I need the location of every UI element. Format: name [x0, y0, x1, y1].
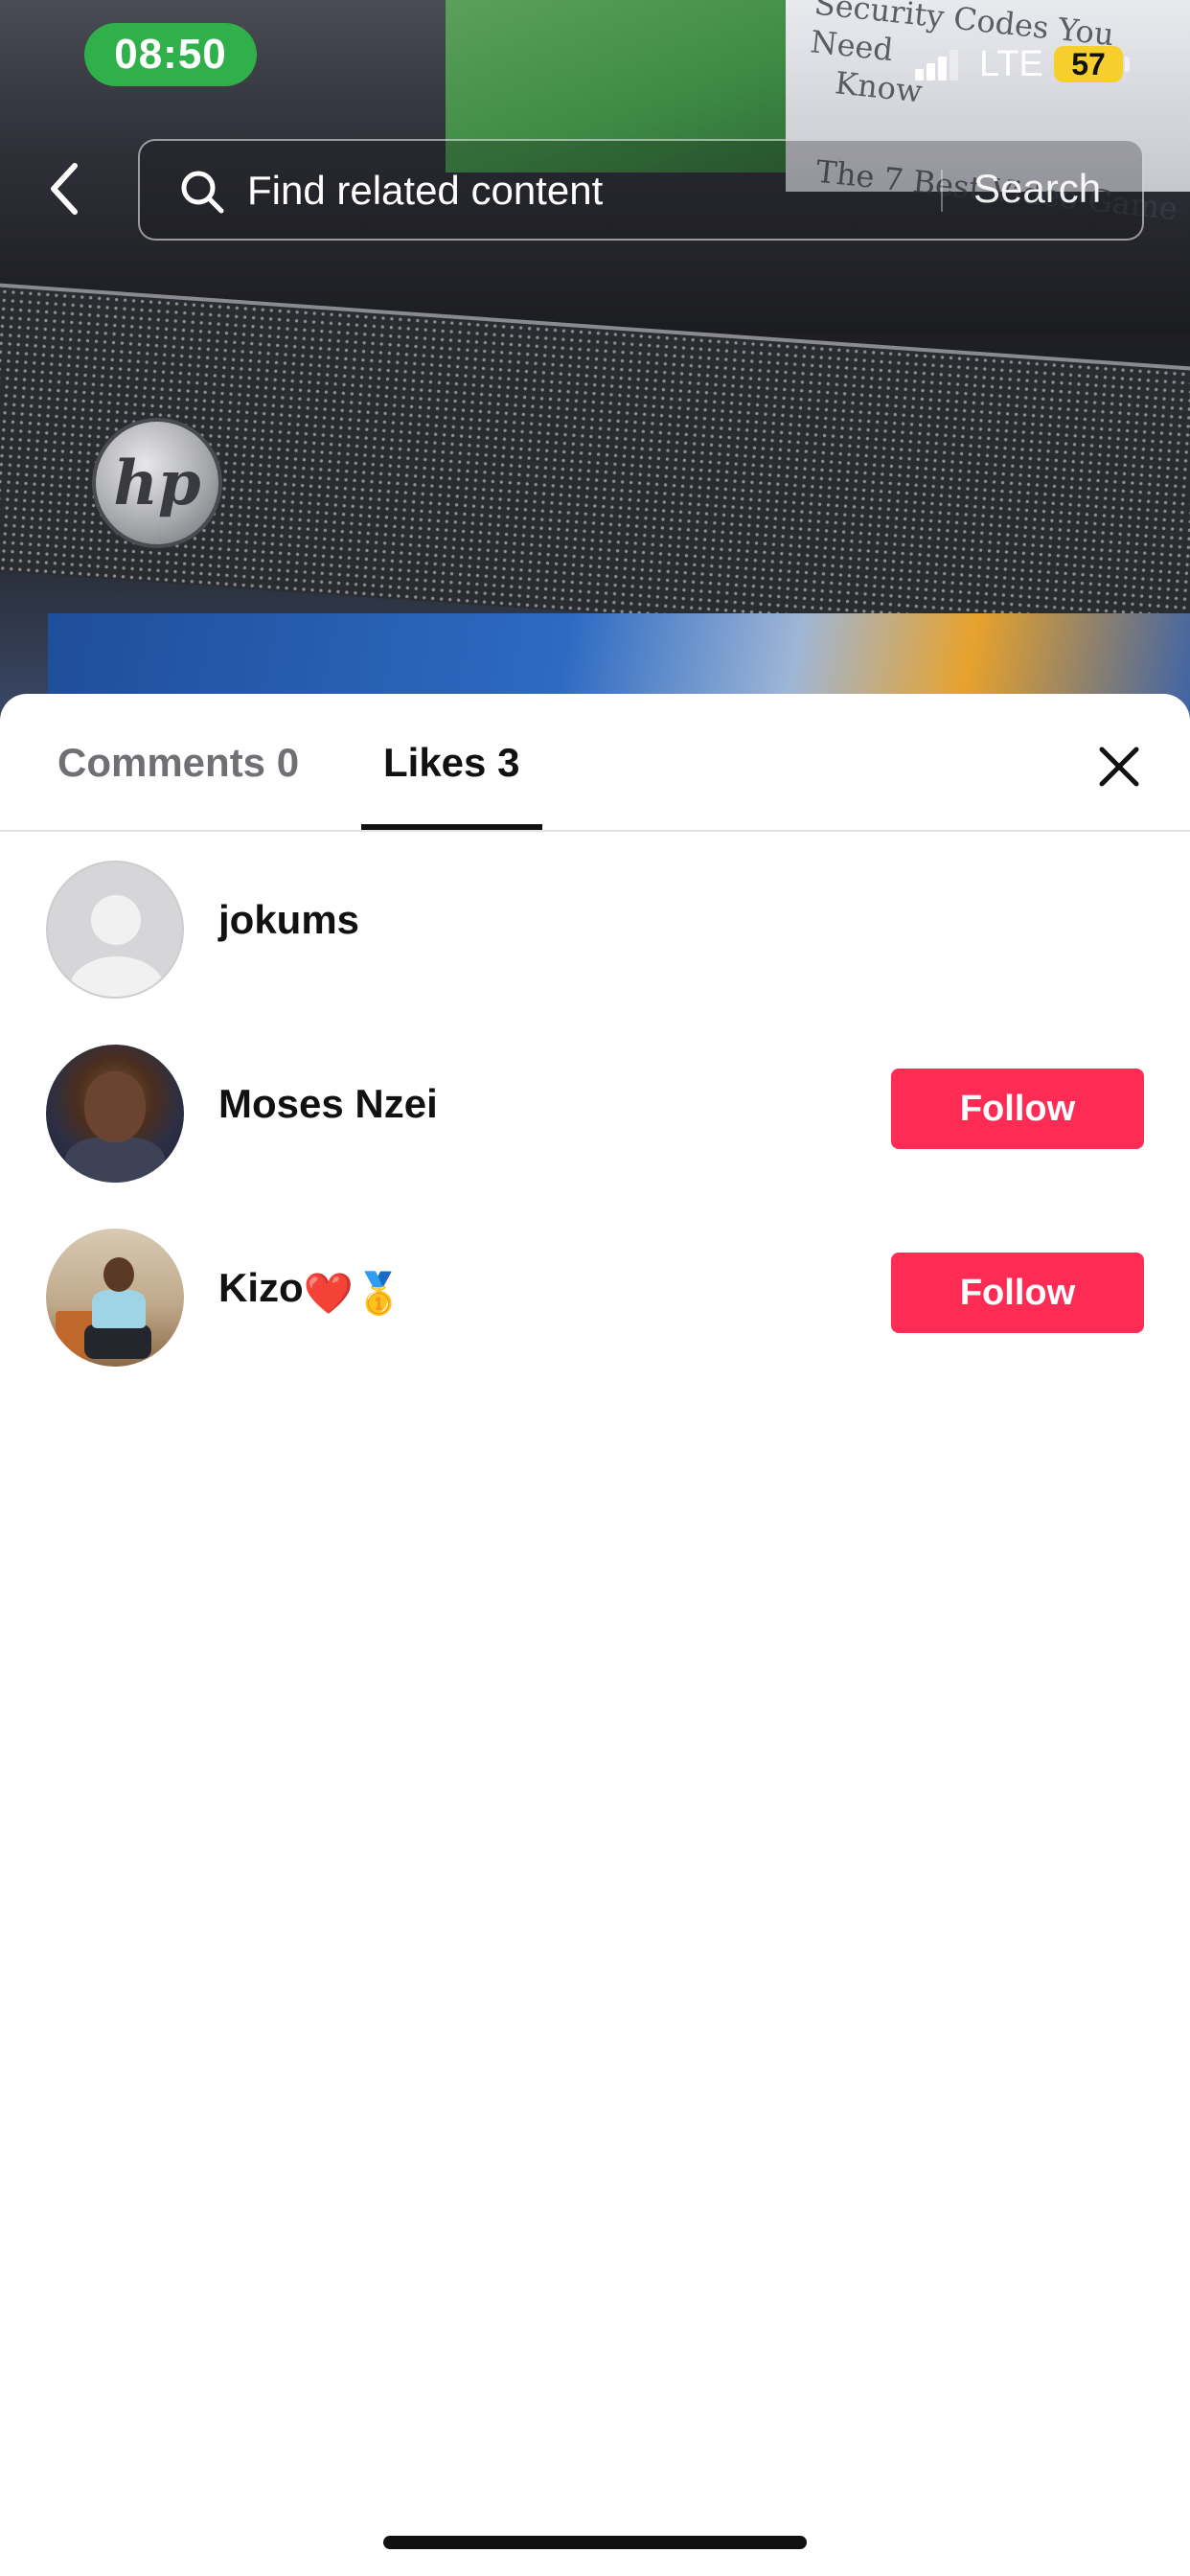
- battery-icon: 57: [1054, 46, 1123, 82]
- hp-logo: hp: [96, 422, 218, 544]
- back-icon: [51, 163, 78, 215]
- avatar[interactable]: [46, 1229, 184, 1367]
- search-input[interactable]: [247, 160, 937, 221]
- battery-level: 57: [1071, 46, 1106, 81]
- list-item[interactable]: Moses Nzei Follow: [0, 1016, 1190, 1200]
- sheet-tabs: Comments 0 Likes 3: [0, 694, 1190, 832]
- active-tab-indicator: [361, 824, 542, 830]
- username-emojis: ❤️🥇: [303, 1271, 404, 1316]
- battery-tip: [1125, 57, 1130, 72]
- username[interactable]: Moses Nzei: [218, 1081, 438, 1127]
- close-icon: [1099, 747, 1139, 787]
- search-icon: [181, 171, 224, 214]
- close-button[interactable]: [1092, 740, 1146, 794]
- network-label: LTE: [979, 44, 1043, 84]
- list-item[interactable]: Kizo❤️🥇 Follow: [0, 1200, 1190, 1384]
- username[interactable]: jokums: [218, 897, 359, 943]
- follow-button[interactable]: Follow: [891, 1069, 1144, 1149]
- avatar[interactable]: [46, 1045, 184, 1183]
- home-indicator[interactable]: [383, 2536, 807, 2549]
- search-bar[interactable]: Search: [138, 139, 1144, 241]
- username[interactable]: Kizo❤️🥇: [218, 1265, 403, 1318]
- search-divider: [941, 170, 943, 212]
- signal-icon: [915, 48, 959, 80]
- tab-likes[interactable]: Likes 3: [383, 740, 519, 786]
- search-button[interactable]: Search: [973, 166, 1101, 212]
- status-time: 08:50: [84, 23, 257, 86]
- back-button[interactable]: [34, 155, 92, 222]
- likes-sheet: Comments 0 Likes 3 jokums Moses Nzei Fol…: [0, 694, 1190, 2576]
- follow-button[interactable]: Follow: [891, 1253, 1144, 1333]
- avatar[interactable]: [46, 861, 184, 999]
- username-text: Kizo: [218, 1265, 304, 1310]
- tab-comments[interactable]: Comments 0: [57, 740, 299, 786]
- hp-logo-text: hp: [113, 447, 201, 519]
- list-item[interactable]: jokums: [0, 832, 1190, 1016]
- status-bar: 08:50 LTE 57: [0, 0, 1190, 115]
